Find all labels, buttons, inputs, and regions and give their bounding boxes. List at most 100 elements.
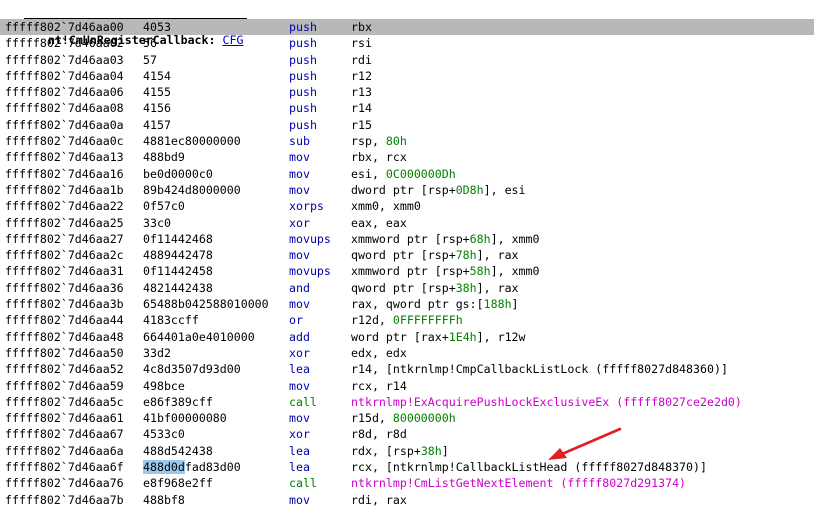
- address: fffff802`7d46aa03: [5, 52, 124, 67]
- opcode-bytes: 664401a0e4010000: [143, 329, 255, 344]
- disasm-row[interactable]: fffff802`7d46aa5c e86f389cff call ntkrnlmp!…: [0, 394, 814, 410]
- operand-text: r8d, r8d: [351, 427, 407, 442]
- immediate-value: 68h: [469, 231, 491, 246]
- mnemonic: lea: [289, 460, 310, 475]
- operands: word ptr [rax+1E4h], r12w: [351, 329, 526, 345]
- opcode-bytes: 498bce: [143, 378, 185, 393]
- operands: rdi: [351, 52, 372, 68]
- address: fffff802`7d46aa1b: [5, 182, 124, 197]
- disasm-row[interactable]: fffff802`7d46aa25 33c0 xor eax, eax: [0, 215, 814, 231]
- operand-text: ], esi: [483, 182, 526, 197]
- operands: esi, 0C000000Dh: [351, 166, 456, 182]
- operand-text: dword ptr [rsp+: [351, 182, 456, 197]
- mnemonic: push: [289, 68, 317, 83]
- disasm-row[interactable]: fffff802`7d46aa0a 4157 push r15: [0, 117, 814, 133]
- disasm-row[interactable]: fffff802`7d46aa27 0f11442468 movups xmmword…: [0, 231, 814, 247]
- immediate-value: 80000000h: [392, 411, 456, 426]
- disasm-row[interactable]: fffff802`7d46aa44 4183ccff or r12d, 0FFFFFF…: [0, 312, 814, 328]
- address: fffff802`7d46aa06: [5, 85, 124, 100]
- disassembly-listing[interactable]: fffff802`7d46aa00 4053 push rbx fffff802`7d4…: [0, 19, 814, 508]
- immediate-value: 0C000000Dh: [385, 166, 456, 181]
- mnemonic: and: [289, 280, 310, 295]
- address: fffff802`7d46aa0c: [5, 134, 124, 149]
- disasm-row[interactable]: fffff802`7d46aa03 57 push rdi: [0, 52, 814, 68]
- disasm-row[interactable]: fffff802`7d46aa31 0f11442458 movups xmmword…: [0, 263, 814, 279]
- operand-text: eax, eax: [351, 215, 407, 230]
- mnemonic: push: [289, 85, 317, 100]
- address: fffff802`7d46aa31: [5, 264, 124, 279]
- disasm-row[interactable]: fffff802`7d46aa16 be0d0000c0 mov esi, 0C000…: [0, 166, 814, 182]
- operand-text: qword ptr [rsp+: [351, 248, 456, 263]
- opcode-bytes: 4821442438: [143, 280, 213, 295]
- mnemonic: xor: [289, 345, 310, 360]
- address: fffff802`7d46aa00: [5, 20, 124, 34]
- mnemonic: mov: [289, 492, 310, 507]
- operands: xmmword ptr [rsp+68h], xmm0: [351, 231, 540, 247]
- mnemonic: or: [289, 313, 303, 328]
- disasm-row[interactable]: fffff802`7d46aa52 4c8d3507d93d00 lea r14, […: [0, 361, 814, 377]
- opcode-bytes: 33c0: [143, 215, 171, 230]
- operand-text: xmmword ptr [rsp+: [351, 231, 470, 246]
- call-target-link[interactable]: ntkrnlmp!CmListGetNextElement (fffff8027…: [351, 476, 686, 490]
- opcode-bytes: 65488b042588010000: [143, 297, 269, 312]
- opcode-bytes: e86f389cff: [143, 394, 213, 409]
- mnemonic: mov: [289, 248, 310, 263]
- address: fffff802`7d46aa6f: [5, 460, 124, 475]
- disasm-row[interactable]: fffff802`7d46aa6a 488d542438 lea rdx, [rsp+…: [0, 443, 814, 459]
- disasm-row[interactable]: fffff802`7d46aa36 4821442438 and qword ptr …: [0, 280, 814, 296]
- opcode-bytes: 89b424d8000000: [143, 182, 241, 197]
- mnemonic: mov: [289, 166, 310, 181]
- address: fffff802`7d46aa27: [5, 231, 124, 246]
- mnemonic: xorps: [289, 199, 324, 214]
- operand-text: xmm0, xmm0: [351, 199, 421, 214]
- operand-text: rbx, rcx: [351, 150, 407, 165]
- disasm-row[interactable]: fffff802`7d46aa0c 4881ec80000000 sub rsp, 8…: [0, 133, 814, 149]
- disasm-row[interactable]: fffff802`7d46aa06 4155 push r13: [0, 84, 814, 100]
- immediate-value: 188h: [483, 297, 512, 312]
- mnemonic: call: [289, 476, 317, 491]
- mnemonic: mov: [289, 411, 310, 426]
- mnemonic: movups: [289, 264, 331, 279]
- operands: rsi: [351, 35, 372, 51]
- disasm-row[interactable]: fffff802`7d46aa1b 89b424d8000000 mov dword …: [0, 182, 814, 198]
- operands: ntkrnlmp!ExAcquirePushLockExclusiveEx (f…: [351, 394, 742, 410]
- opcode-bytes: 0f57c0: [143, 199, 185, 214]
- operands: rbx, rcx: [351, 149, 407, 165]
- disasm-row-selected[interactable]: fffff802`7d46aa00 4053 push rbx: [0, 19, 814, 36]
- disasm-row[interactable]: fffff802`7d46aa61 41bf00000080 mov r15d, 80…: [0, 410, 814, 426]
- opcode-bytes: 4053: [143, 20, 171, 34]
- disasm-row[interactable]: fffff802`7d46aa02 56 push rsi: [0, 35, 814, 51]
- operand-text: xmmword ptr [rsp+: [351, 264, 470, 279]
- mnemonic: lea: [289, 443, 310, 458]
- disasm-row[interactable]: fffff802`7d46aa50 33d2 xor edx, edx: [0, 345, 814, 361]
- disasm-row[interactable]: fffff802`7d46aa48 664401a0e4010000 add word…: [0, 329, 814, 345]
- immediate-value: 38h: [420, 443, 442, 458]
- address: fffff802`7d46aa67: [5, 427, 124, 442]
- operands: rdi, rax: [351, 492, 407, 508]
- operand-text: rdi: [351, 52, 372, 67]
- operand-text: ]: [441, 443, 449, 458]
- address: fffff802`7d46aa48: [5, 329, 124, 344]
- opcode-bytes: 41bf00000080: [143, 411, 227, 426]
- disasm-row[interactable]: fffff802`7d46aa7b 488bf8 mov rdi, rax: [0, 492, 814, 508]
- address: fffff802`7d46aa36: [5, 280, 124, 295]
- operands: edx, edx: [351, 345, 407, 361]
- operands: xmmword ptr [rsp+58h], xmm0: [351, 263, 540, 279]
- disasm-row[interactable]: fffff802`7d46aa76 e8f968e2ff call ntkrnlmp!…: [0, 475, 814, 491]
- disasm-row[interactable]: fffff802`7d46aa59 498bce mov rcx, r14: [0, 378, 814, 394]
- opcode-bytes: 4183ccff: [143, 313, 199, 328]
- call-target-link[interactable]: ntkrnlmp!ExAcquirePushLockExclusiveEx (f…: [351, 395, 742, 409]
- disasm-row[interactable]: fffff802`7d46aa6f 488d0dfad83d00 lea rcx, […: [0, 459, 814, 475]
- disasm-row[interactable]: fffff802`7d46aa3b 65488b042588010000 mov ra…: [0, 296, 814, 312]
- disasm-row[interactable]: fffff802`7d46aa2c 4889442478 mov qword ptr …: [0, 247, 814, 263]
- disasm-row[interactable]: fffff802`7d46aa22 0f57c0 xorps xmm0, xmm0: [0, 198, 814, 214]
- disasm-row[interactable]: fffff802`7d46aa04 4154 push r12: [0, 68, 814, 84]
- disasm-row[interactable]: fffff802`7d46aa08 4156 push r14: [0, 100, 814, 116]
- opcode-bytes: 4889442478: [143, 248, 213, 263]
- operands: r14, [ntkrnlmp!CmpCallbackListLock (ffff…: [351, 361, 728, 377]
- operand-text: r15d,: [351, 411, 393, 426]
- disasm-row[interactable]: fffff802`7d46aa13 488bd9 mov rbx, rcx: [0, 149, 814, 165]
- opcode-bytes: 56: [143, 36, 157, 51]
- operand-text: rcx, r14: [351, 378, 407, 393]
- disasm-row[interactable]: fffff802`7d46aa67 4533c0 xor r8d, r8d: [0, 426, 814, 442]
